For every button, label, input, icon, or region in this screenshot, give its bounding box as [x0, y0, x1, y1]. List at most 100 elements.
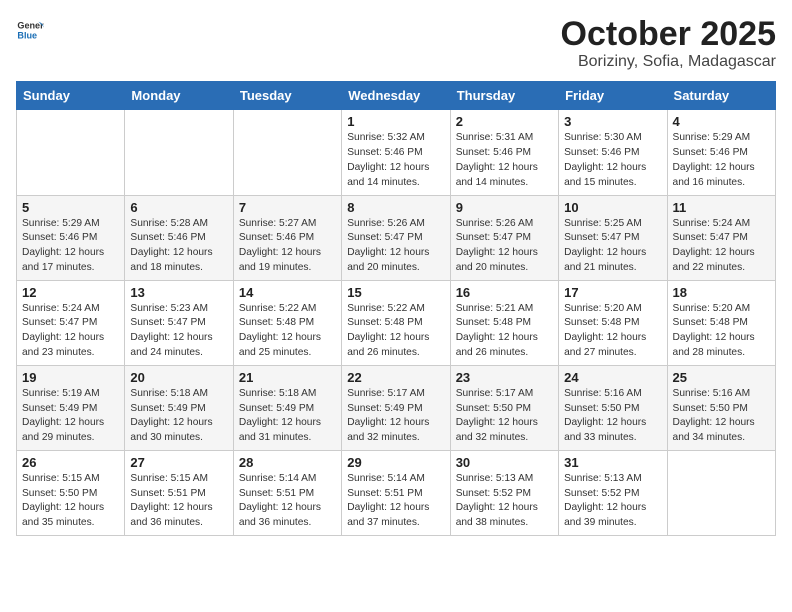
calendar-cell: [125, 110, 233, 195]
day-number: 12: [22, 285, 119, 300]
calendar-cell: 9Sunrise: 5:26 AM Sunset: 5:47 PM Daylig…: [450, 195, 558, 280]
weekday-header-row: SundayMondayTuesdayWednesdayThursdayFrid…: [17, 82, 776, 110]
day-info: Sunrise: 5:16 AM Sunset: 5:50 PM Dayligh…: [673, 387, 770, 446]
day-info: Sunrise: 5:18 AM Sunset: 5:49 PM Dayligh…: [130, 387, 227, 446]
calendar-cell: 27Sunrise: 5:15 AM Sunset: 5:51 PM Dayli…: [125, 450, 233, 535]
day-info: Sunrise: 5:13 AM Sunset: 5:52 PM Dayligh…: [456, 472, 553, 531]
calendar-cell: 25Sunrise: 5:16 AM Sunset: 5:50 PM Dayli…: [667, 365, 775, 450]
day-number: 19: [22, 370, 119, 385]
calendar-cell: 5 Sunrise: 5:29 AM Sunset: 5:46 PM Daylig…: [17, 195, 125, 280]
day-info: Sunrise: 5:22 AM Sunset: 5:48 PM Dayligh…: [239, 302, 336, 361]
week-row-0: 1 Sunrise: 5:32 AM Sunset: 5:46 PM Daylig…: [17, 110, 776, 195]
day-info: Sunrise: 5:29 AM Sunset: 5:46 PM Dayligh…: [22, 217, 119, 276]
day-info: Sunrise: 5:19 AM Sunset: 5:49 PM Dayligh…: [22, 387, 119, 446]
week-row-4: 26 Sunrise: 5:15 AM Sunset: 5:50 PM Dayli…: [17, 450, 776, 535]
calendar-cell: 4 Sunrise: 5:29 AM Sunset: 5:46 PM Daylig…: [667, 110, 775, 195]
day-number: 24: [564, 370, 661, 385]
day-info: Sunrise: 5:20 AM Sunset: 5:48 PM Dayligh…: [673, 302, 770, 361]
calendar-cell: 31 Sunrise: 5:13 AM Sunset: 5:52 PM Dayli…: [559, 450, 667, 535]
weekday-header-friday: Friday: [559, 82, 667, 110]
calendar-cell: 29 Sunrise: 5:14 AM Sunset: 5:51 PM Dayli…: [342, 450, 450, 535]
day-number: 3: [564, 114, 661, 129]
weekday-header-wednesday: Wednesday: [342, 82, 450, 110]
day-number: 1: [347, 114, 444, 129]
day-info: Sunrise: 5:22 AM Sunset: 5:48 PM Dayligh…: [347, 302, 444, 361]
calendar-cell: 1 Sunrise: 5:32 AM Sunset: 5:46 PM Daylig…: [342, 110, 450, 195]
day-info: Sunrise: 5:17 AM Sunset: 5:50 PM Dayligh…: [456, 387, 553, 446]
calendar-cell: 18Sunrise: 5:20 AM Sunset: 5:48 PM Dayli…: [667, 280, 775, 365]
day-number: 6: [130, 200, 227, 215]
calendar-cell: 17Sunrise: 5:20 AM Sunset: 5:48 PM Dayli…: [559, 280, 667, 365]
day-number: 11: [673, 200, 770, 215]
calendar-cell: [233, 110, 341, 195]
day-number: 30: [456, 455, 553, 470]
day-number: 17: [564, 285, 661, 300]
day-number: 9: [456, 200, 553, 215]
day-number: 13: [130, 285, 227, 300]
day-number: 23: [456, 370, 553, 385]
calendar-cell: 2 Sunrise: 5:31 AM Sunset: 5:46 PM Daylig…: [450, 110, 558, 195]
calendar-cell: 20Sunrise: 5:18 AM Sunset: 5:49 PM Dayli…: [125, 365, 233, 450]
day-number: 22: [347, 370, 444, 385]
day-number: 28: [239, 455, 336, 470]
calendar-cell: 19 Sunrise: 5:19 AM Sunset: 5:49 PM Dayli…: [17, 365, 125, 450]
day-info: Sunrise: 5:13 AM Sunset: 5:52 PM Dayligh…: [564, 472, 661, 531]
day-info: Sunrise: 5:15 AM Sunset: 5:51 PM Dayligh…: [130, 472, 227, 531]
day-info: Sunrise: 5:14 AM Sunset: 5:51 PM Dayligh…: [347, 472, 444, 531]
weekday-header-sunday: Sunday: [17, 82, 125, 110]
month-title: October 2025: [561, 16, 776, 53]
title-area: October 2025 Boriziny, Sofia, Madagascar: [561, 16, 776, 71]
day-number: 8: [347, 200, 444, 215]
day-info: Sunrise: 5:21 AM Sunset: 5:48 PM Dayligh…: [456, 302, 553, 361]
calendar-cell: 3 Sunrise: 5:30 AM Sunset: 5:46 PM Daylig…: [559, 110, 667, 195]
day-number: 2: [456, 114, 553, 129]
calendar-cell: 8 Sunrise: 5:26 AM Sunset: 5:47 PM Daylig…: [342, 195, 450, 280]
logo: General Blue: [16, 16, 44, 44]
calendar-cell: [667, 450, 775, 535]
week-row-3: 19 Sunrise: 5:19 AM Sunset: 5:49 PM Dayli…: [17, 365, 776, 450]
logo-icon: General Blue: [16, 16, 44, 44]
day-number: 21: [239, 370, 336, 385]
calendar-cell: 24 Sunrise: 5:16 AM Sunset: 5:50 PM Dayli…: [559, 365, 667, 450]
day-info: Sunrise: 5:17 AM Sunset: 5:49 PM Dayligh…: [347, 387, 444, 446]
day-info: Sunrise: 5:15 AM Sunset: 5:50 PM Dayligh…: [22, 472, 119, 531]
weekday-header-saturday: Saturday: [667, 82, 775, 110]
calendar-cell: 12Sunrise: 5:24 AM Sunset: 5:47 PM Dayli…: [17, 280, 125, 365]
day-info: Sunrise: 5:18 AM Sunset: 5:49 PM Dayligh…: [239, 387, 336, 446]
day-info: Sunrise: 5:26 AM Sunset: 5:47 PM Dayligh…: [347, 217, 444, 276]
day-info: Sunrise: 5:32 AM Sunset: 5:46 PM Dayligh…: [347, 131, 444, 190]
day-info: Sunrise: 5:28 AM Sunset: 5:46 PM Dayligh…: [130, 217, 227, 276]
day-info: Sunrise: 5:24 AM Sunset: 5:47 PM Dayligh…: [673, 217, 770, 276]
calendar-table: SundayMondayTuesdayWednesdayThursdayFrid…: [16, 81, 776, 536]
day-number: 4: [673, 114, 770, 129]
calendar-cell: 6 Sunrise: 5:28 AM Sunset: 5:46 PM Daylig…: [125, 195, 233, 280]
day-number: 26: [22, 455, 119, 470]
calendar-cell: 7Sunrise: 5:27 AM Sunset: 5:46 PM Daylig…: [233, 195, 341, 280]
day-number: 31: [564, 455, 661, 470]
day-info: Sunrise: 5:25 AM Sunset: 5:47 PM Dayligh…: [564, 217, 661, 276]
location-title: Boriziny, Sofia, Madagascar: [561, 53, 776, 71]
day-number: 10: [564, 200, 661, 215]
week-row-2: 12Sunrise: 5:24 AM Sunset: 5:47 PM Dayli…: [17, 280, 776, 365]
calendar-cell: 15 Sunrise: 5:22 AM Sunset: 5:48 PM Dayli…: [342, 280, 450, 365]
day-number: 15: [347, 285, 444, 300]
calendar-cell: 16 Sunrise: 5:21 AM Sunset: 5:48 PM Dayli…: [450, 280, 558, 365]
weekday-header-monday: Monday: [125, 82, 233, 110]
day-info: Sunrise: 5:27 AM Sunset: 5:46 PM Dayligh…: [239, 217, 336, 276]
day-number: 14: [239, 285, 336, 300]
day-number: 5: [22, 200, 119, 215]
day-info: Sunrise: 5:31 AM Sunset: 5:46 PM Dayligh…: [456, 131, 553, 190]
day-info: Sunrise: 5:23 AM Sunset: 5:47 PM Dayligh…: [130, 302, 227, 361]
svg-text:Blue: Blue: [17, 30, 37, 40]
svg-text:General: General: [17, 21, 44, 31]
day-info: Sunrise: 5:29 AM Sunset: 5:46 PM Dayligh…: [673, 131, 770, 190]
day-number: 16: [456, 285, 553, 300]
calendar-cell: 23 Sunrise: 5:17 AM Sunset: 5:50 PM Dayli…: [450, 365, 558, 450]
calendar-cell: 22 Sunrise: 5:17 AM Sunset: 5:49 PM Dayli…: [342, 365, 450, 450]
weekday-header-tuesday: Tuesday: [233, 82, 341, 110]
day-number: 29: [347, 455, 444, 470]
day-info: Sunrise: 5:30 AM Sunset: 5:46 PM Dayligh…: [564, 131, 661, 190]
day-info: Sunrise: 5:16 AM Sunset: 5:50 PM Dayligh…: [564, 387, 661, 446]
weekday-header-thursday: Thursday: [450, 82, 558, 110]
header: General Blue October 2025 Boriziny, Sofi…: [16, 16, 776, 71]
